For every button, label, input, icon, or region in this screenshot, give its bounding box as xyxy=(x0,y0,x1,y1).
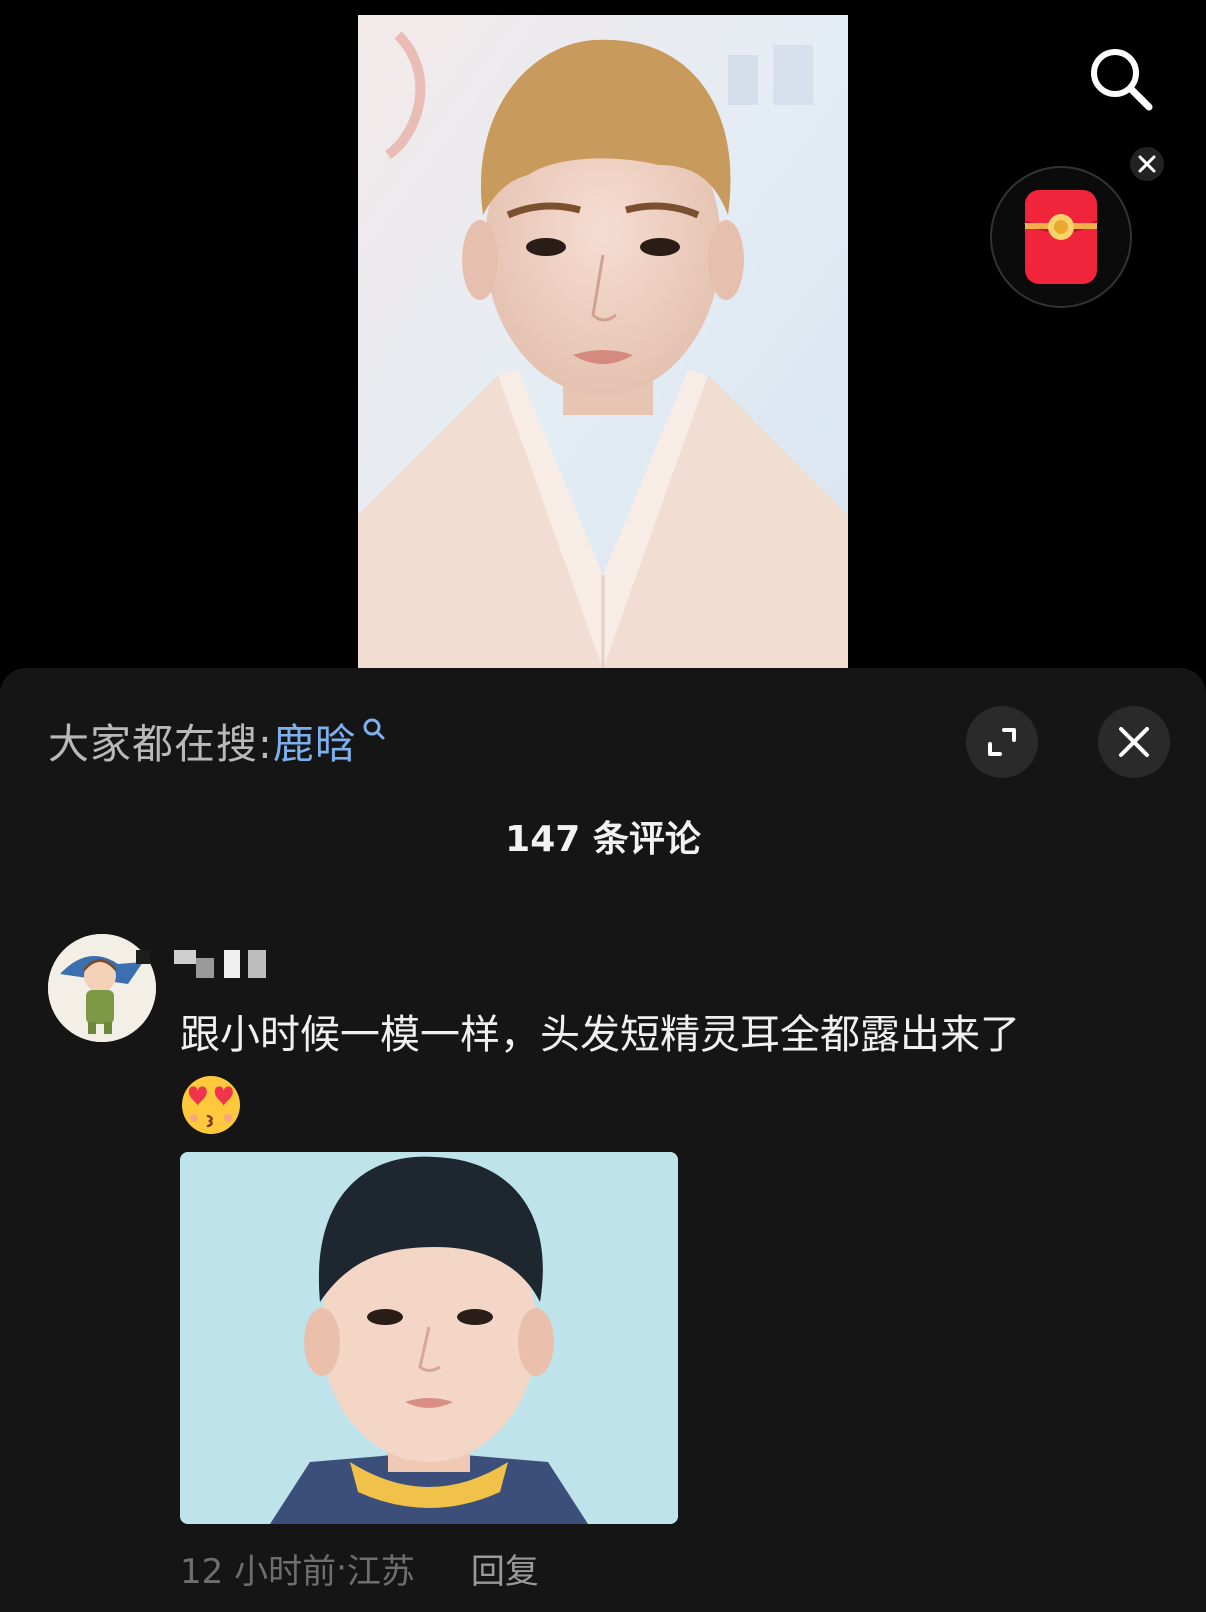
expand-button[interactable] xyxy=(966,706,1038,778)
close-icon xyxy=(1119,727,1149,757)
comment-time: 12 小时前 xyxy=(180,1551,337,1592)
small-search-icon xyxy=(363,718,385,740)
username[interactable] xyxy=(136,944,276,984)
close-sheet-button[interactable] xyxy=(1098,706,1170,778)
video-frame-image xyxy=(358,15,848,669)
reply-button[interactable]: 回复 xyxy=(471,1544,539,1593)
video-player[interactable] xyxy=(358,15,848,669)
meta-separator: · xyxy=(336,1548,347,1588)
screen: 大家都在搜: 鹿晗 147 条评论 跟小时候一模一样，头发短精灵耳全都露出来了 … xyxy=(0,0,1206,1612)
search-icon xyxy=(1091,49,1153,111)
hot-search-link[interactable]: 大家都在搜: 鹿晗 xyxy=(48,712,387,768)
comment-image[interactable] xyxy=(180,1152,678,1524)
red-packet-icon xyxy=(1024,190,1098,284)
username-pixelated xyxy=(136,950,266,978)
comment-count: 147 条评论 xyxy=(505,819,701,860)
comment-location: 江苏 xyxy=(346,1551,415,1592)
expand-icon xyxy=(988,728,1016,756)
red-packet-close-button[interactable] xyxy=(1130,147,1164,181)
hot-search-prefix: 大家都在搜: xyxy=(48,720,273,768)
search-button[interactable] xyxy=(1086,44,1156,114)
comment-photo xyxy=(180,1152,678,1524)
close-icon xyxy=(1138,155,1156,173)
red-packet-button[interactable] xyxy=(990,166,1132,308)
comment-sheet: 大家都在搜: 鹿晗 147 条评论 跟小时候一模一样，头发短精灵耳全都露出来了 … xyxy=(0,668,1206,1612)
heart-eyes-kiss-emoji xyxy=(182,1076,240,1134)
comment-meta: 12 小时前 · 江苏 回复 xyxy=(180,1540,539,1596)
hot-search-keyword[interactable]: 鹿晗 xyxy=(273,710,357,770)
comment-text: 跟小时候一模一样，头发短精灵耳全都露出来了 xyxy=(180,1012,1020,1058)
